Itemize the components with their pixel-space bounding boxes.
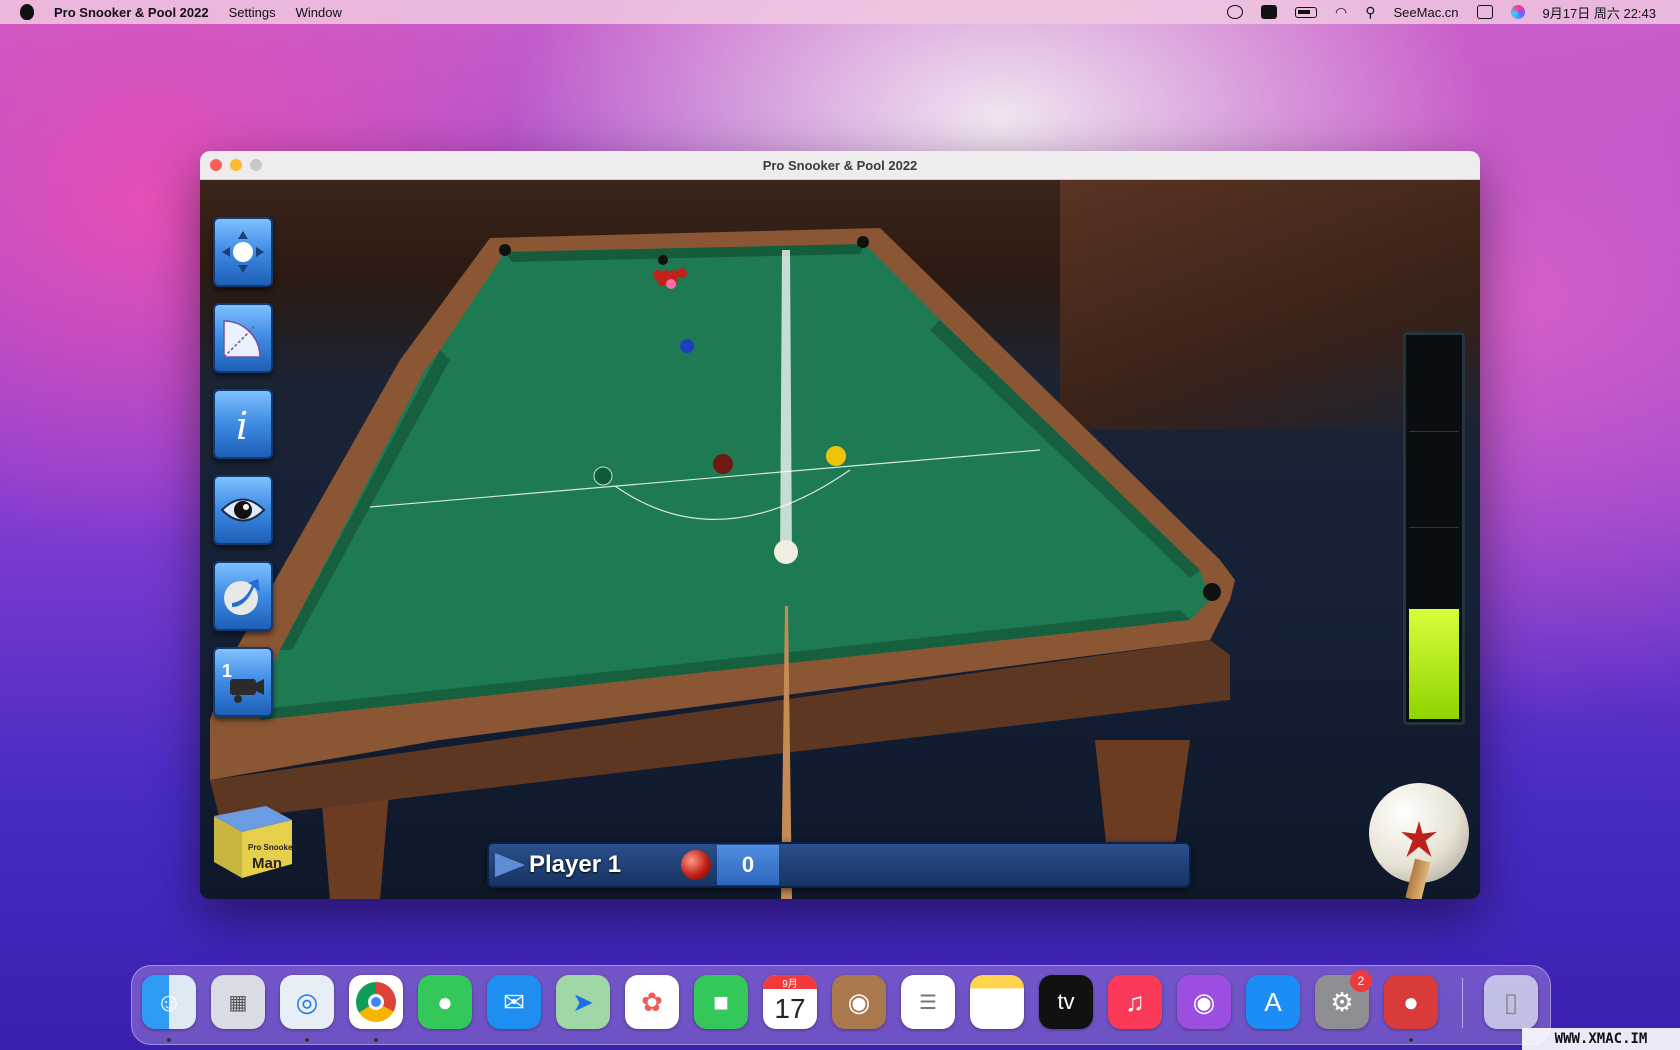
maps-icon[interactable]: ➤ (556, 975, 610, 1029)
finder-icon[interactable]: ☺ (142, 975, 196, 1029)
game-scene[interactable]: i 1 Pro Snooker Man Player 1 0 (200, 180, 1480, 899)
pro-snooker-app-icon[interactable]: ● (1384, 975, 1438, 1029)
sync-icon[interactable] (1227, 5, 1244, 19)
window-titlebar: Pro Snooker & Pool 2022 (200, 151, 1480, 180)
battery-icon[interactable] (1295, 6, 1318, 18)
menu-bar: Pro Snooker & Pool 2022 Settings Window … (0, 0, 1680, 24)
menu-window[interactable]: Window (296, 5, 342, 20)
input-method-icon[interactable] (1261, 5, 1278, 19)
calendar-icon[interactable]: 9月 17 (763, 975, 817, 1029)
siri-icon[interactable] (1510, 5, 1525, 19)
podcasts-icon[interactable]: ◉ (1177, 975, 1231, 1029)
pro-snooker-running-dot (1409, 1038, 1413, 1042)
trash-icon[interactable]: ▯ (1484, 975, 1538, 1029)
game-window: Pro Snooker & Pool 2022 i 1 Pro Snooker … (200, 151, 1480, 899)
spotlight-search-icon[interactable]: ⚲ (1365, 4, 1375, 21)
hit-point-marker-icon (1401, 821, 1437, 857)
apple-icon[interactable] (20, 4, 34, 20)
protractor-icon (223, 320, 261, 358)
apple-tv-label: tv (1057, 989, 1075, 1014)
target-ball-red-icon (681, 850, 711, 880)
control-center-icon[interactable] (1476, 5, 1493, 19)
video-camera-icon: 1 (222, 661, 264, 703)
move-cue-ball-button[interactable] (213, 217, 273, 287)
launchpad-icon[interactable]: ▦ (211, 975, 265, 1029)
calendar-day: 17 (774, 993, 806, 1024)
power-meter-fill (1409, 609, 1459, 719)
facetime-icon[interactable]: ■ (694, 975, 748, 1029)
messages-icon[interactable]: ● (418, 975, 472, 1029)
menu-settings[interactable]: Settings (229, 5, 276, 20)
spin-ball-icon (224, 579, 260, 615)
chalk-label-bottom: Man (252, 855, 282, 872)
camera-view-button[interactable]: 1 (213, 647, 273, 717)
watermark: WWW.XMAC.IM (1522, 1028, 1680, 1050)
player-name: Player 1 (529, 851, 622, 878)
info-icon: i (236, 404, 248, 447)
zoom-button[interactable] (250, 159, 262, 171)
apple-tv-icon[interactable]: tv (1039, 975, 1093, 1029)
svg-text:i: i (236, 404, 248, 447)
chalk-label-top: Pro Snooker (248, 843, 296, 852)
reminders-icon[interactable]: ☰ (901, 975, 955, 1029)
minimize-button[interactable] (230, 159, 242, 171)
menu-app-name[interactable]: Pro Snooker & Pool 2022 (54, 5, 209, 20)
scoreboard: Player 1 0 (487, 842, 1191, 888)
system-preferences-badge: 2 (1350, 970, 1372, 992)
camera-number: 1 (222, 661, 232, 681)
turn-arrow-icon (495, 853, 525, 877)
app-store-icon[interactable]: A (1246, 975, 1300, 1029)
aim-angle-button[interactable] (213, 303, 273, 373)
music-icon[interactable]: ♫ (1108, 975, 1162, 1029)
wifi-icon[interactable]: ◠ (1335, 4, 1347, 21)
chalk-logo: Pro Snooker Man (214, 806, 296, 878)
photos-icon[interactable]: ✿ (625, 975, 679, 1029)
finder-running-dot (167, 1038, 171, 1042)
close-button[interactable] (210, 159, 222, 171)
status-site-label[interactable]: SeeMac.cn (1394, 5, 1459, 20)
player-score: 0 (717, 845, 779, 885)
mail-icon[interactable]: ✉ (487, 975, 541, 1029)
move-arrows-icon (222, 231, 264, 273)
contacts-icon[interactable]: ◉ (832, 975, 886, 1029)
dock-separator (1462, 978, 1463, 1028)
view-eye-button[interactable] (213, 475, 273, 545)
power-meter[interactable] (1403, 332, 1465, 725)
spin-button[interactable] (213, 561, 273, 631)
calendar-month: 9月 (763, 975, 817, 990)
menu-datetime[interactable]: 9月17日 周六 22:43 (1543, 3, 1656, 22)
safari-running-dot (305, 1038, 309, 1042)
notes-icon[interactable] (970, 975, 1024, 1029)
info-button[interactable]: i (213, 389, 273, 459)
eye-icon (220, 498, 266, 522)
window-title: Pro Snooker & Pool 2022 (762, 157, 918, 173)
chrome-icon[interactable] (349, 975, 403, 1029)
safari-icon[interactable]: ◎ (280, 975, 334, 1029)
snooker-table[interactable] (200, 180, 1480, 899)
chrome-running-dot (374, 1038, 378, 1042)
